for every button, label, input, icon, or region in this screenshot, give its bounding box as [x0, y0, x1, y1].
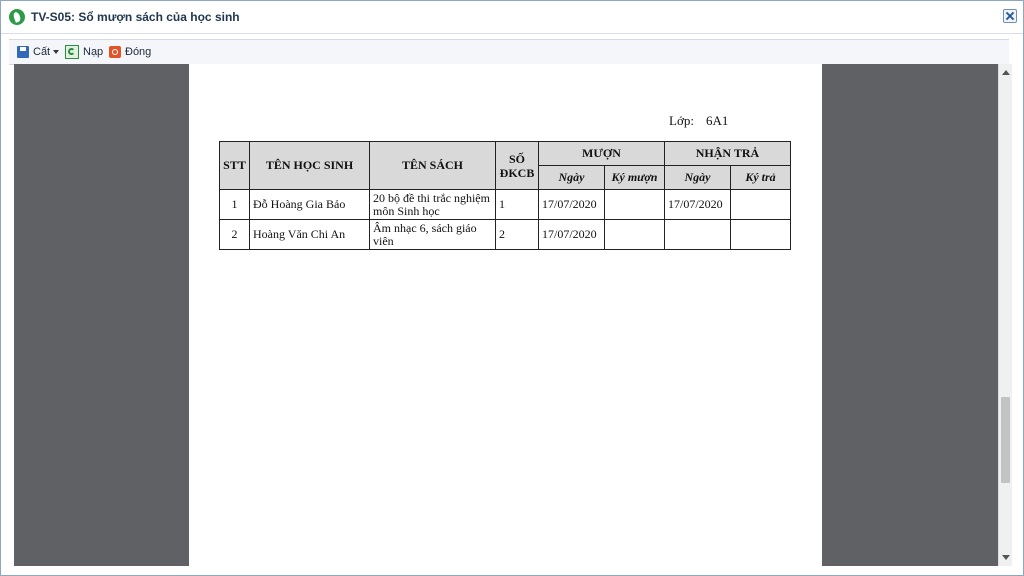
header-stt: STT: [219, 141, 250, 190]
toolbar: Cất Nạp Đóng: [9, 39, 1009, 65]
table-row: 2 Hoàng Văn Chi An Âm nhạc 6, sách giáo …: [219, 219, 791, 250]
scroll-up-icon[interactable]: [1002, 70, 1010, 75]
header-borrow-sign: Ký mượn: [604, 165, 665, 190]
cell-book: Âm nhạc 6, sách giáo viên: [369, 219, 496, 250]
reload-button[interactable]: Nạp: [65, 43, 103, 61]
close-report-label: Đóng: [125, 46, 152, 58]
header-borrow-date: Ngày: [538, 165, 605, 190]
header-student-name: TÊN HỌC SINH: [249, 141, 370, 190]
report-viewer[interactable]: Lớp: 6A1 STT TÊN HỌC SINH TÊN SÁCH SỐ ĐKC…: [14, 64, 998, 566]
header-book-name: TÊN SÁCH: [369, 141, 496, 190]
report-page: Lớp: 6A1 STT TÊN HỌC SINH TÊN SÁCH SỐ ĐKC…: [189, 64, 822, 566]
cell-stt: 2: [219, 219, 250, 250]
cell-student: Hoàng Văn Chi An: [249, 219, 370, 250]
window-title: TV-S05: Sổ mượn sách của học sinh: [31, 10, 240, 24]
reload-icon: [65, 45, 79, 59]
cell-borrow-date: 17/07/2020: [538, 189, 605, 220]
window-close-button[interactable]: [1003, 9, 1017, 23]
header-borrow: MƯỢN: [538, 141, 665, 166]
borrow-table: STT TÊN HỌC SINH TÊN SÁCH SỐ ĐKCB MƯỢN N…: [219, 141, 791, 250]
report-window: TV-S05: Sổ mượn sách của học sinh Cất Nạ…: [0, 0, 1024, 576]
header-return: NHẬN TRẢ: [664, 141, 791, 166]
save-icon: [17, 46, 29, 58]
class-label: Lớp:: [669, 113, 694, 128]
cell-return-sign: [730, 219, 791, 250]
cell-dkcb: 1: [495, 189, 539, 220]
class-value: 6A1: [705, 113, 729, 128]
cell-borrow-sign: [604, 189, 665, 220]
title-bar: TV-S05: Sổ mượn sách của học sinh: [1, 1, 1023, 34]
cell-student: Đỗ Hoàng Gia Bảo: [249, 189, 370, 220]
dropdown-caret-icon: [53, 50, 60, 54]
app-logo-icon: [9, 9, 25, 25]
cell-borrow-sign: [604, 219, 665, 250]
cell-return-date: [664, 219, 731, 250]
save-label: Cất: [33, 46, 51, 58]
close-report-button[interactable]: Đóng: [109, 43, 151, 61]
cell-borrow-date: 17/07/2020: [538, 219, 605, 250]
cell-dkcb: 2: [495, 219, 539, 250]
scroll-thumb[interactable]: [1001, 397, 1010, 483]
scroll-down-icon[interactable]: [1002, 555, 1010, 560]
header-return-date: Ngày: [664, 165, 731, 190]
cell-stt: 1: [219, 189, 250, 220]
vertical-scrollbar[interactable]: [998, 64, 1012, 566]
header-dkcb: SỐ ĐKCB: [495, 141, 539, 190]
header-return-sign: Ký trả: [730, 165, 791, 190]
cell-return-sign: [730, 189, 791, 220]
close-report-icon: [109, 46, 121, 58]
save-button[interactable]: Cất: [17, 43, 60, 61]
cell-book: 20 bộ đề thi trắc nghiệm môn Sinh học: [369, 189, 496, 220]
class-info: Lớp: 6A1: [669, 113, 728, 129]
cell-return-date: 17/07/2020: [664, 189, 731, 220]
table-row: 1 Đỗ Hoàng Gia Bảo 20 bộ đề thi trắc ngh…: [219, 189, 791, 220]
reload-label: Nạp: [83, 46, 104, 58]
